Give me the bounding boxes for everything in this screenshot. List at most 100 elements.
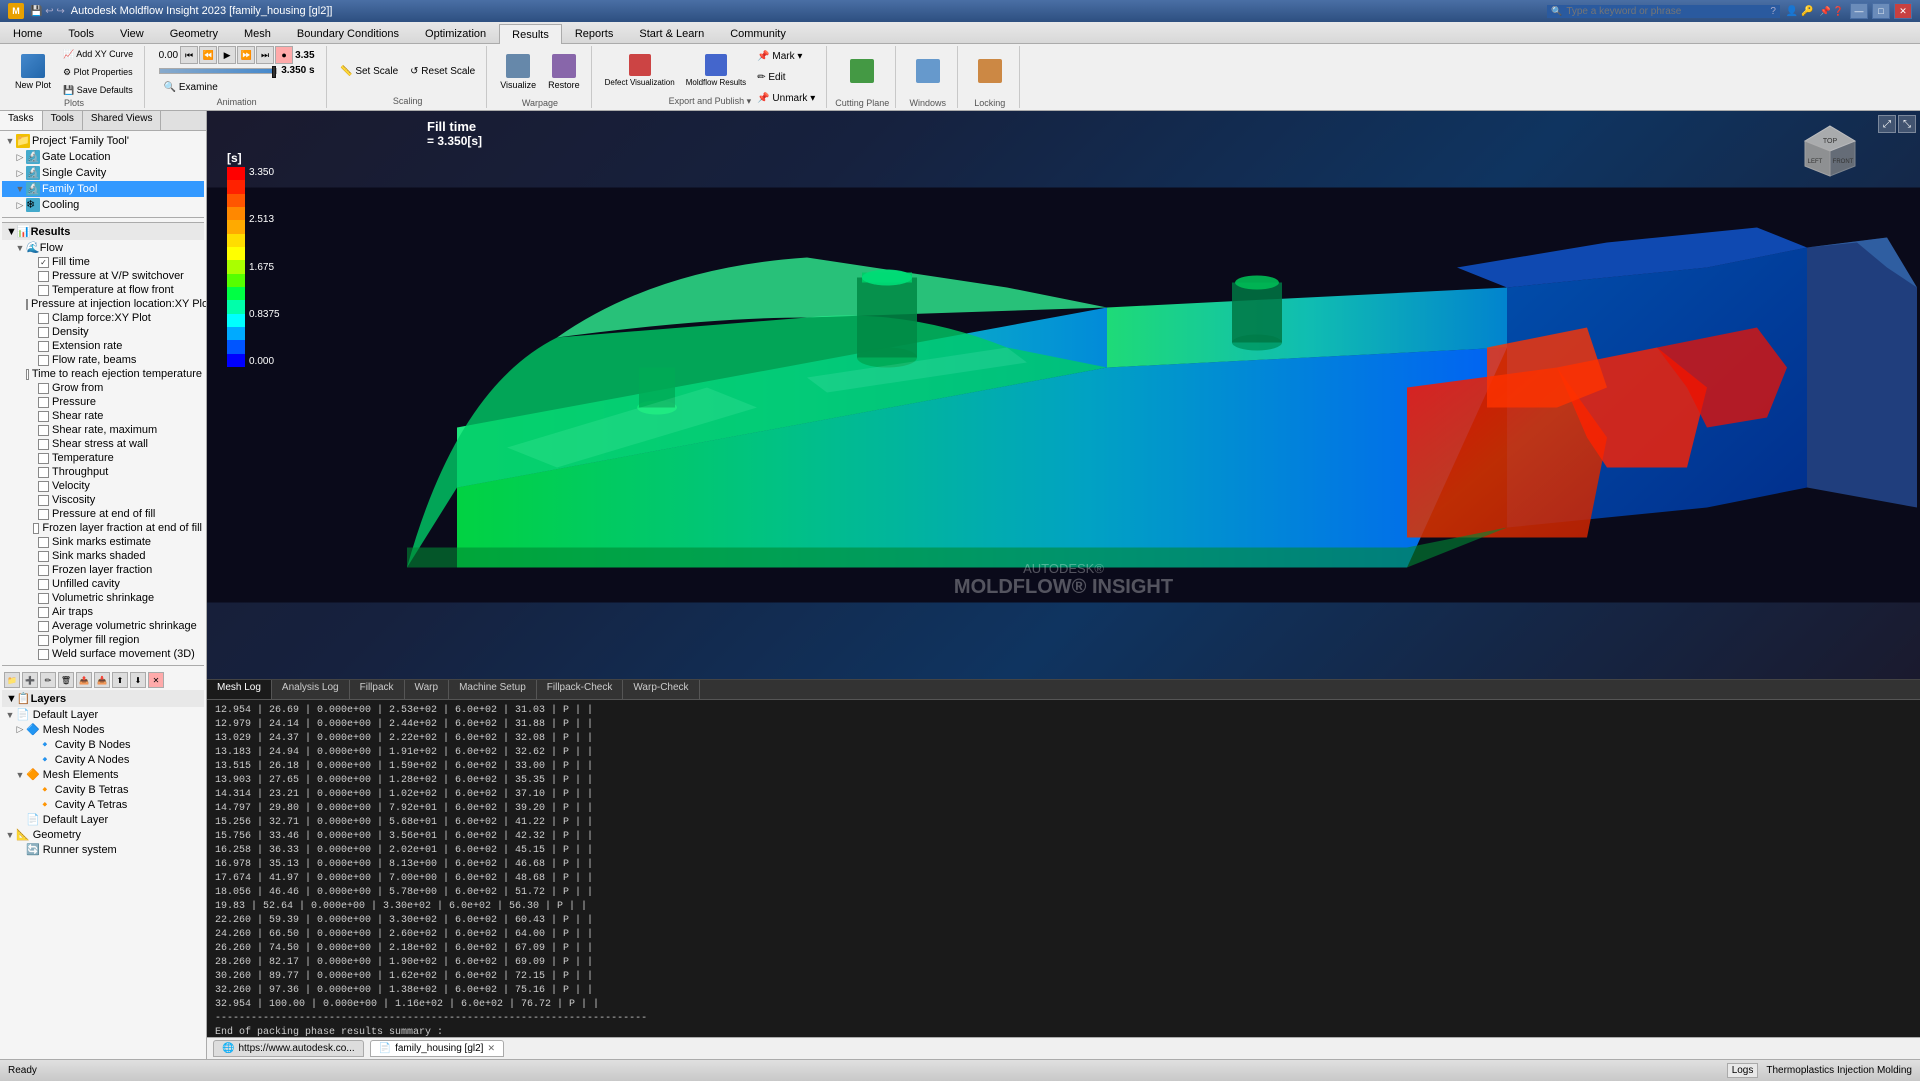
layer-btn-4[interactable]: 🗑 [58, 672, 74, 688]
tree-cavity-a-tetras[interactable]: 🔸 Cavity A Tetras [2, 797, 204, 812]
tree-fill-time[interactable]: Fill time [2, 255, 204, 269]
help-icon[interactable]: ? [1770, 6, 1776, 17]
close-button[interactable]: ✕ [1894, 3, 1912, 19]
tree-gate-location[interactable]: ▷ 🔬 Gate Location [2, 149, 204, 165]
layer-btn-9[interactable]: ✕ [148, 672, 164, 688]
shear-rate-max-checkbox[interactable] [38, 425, 49, 436]
tree-clamp-force[interactable]: Clamp force:XY Plot [2, 311, 204, 325]
layer-btn-1[interactable]: 📁 [4, 672, 20, 688]
tree-flow-rate-beams[interactable]: Flow rate, beams [2, 353, 204, 367]
tab-shared-views[interactable]: Shared Views [83, 111, 162, 130]
tree-shear-rate[interactable]: Shear rate [2, 409, 204, 423]
layer-btn-7[interactable]: ⬆ [112, 672, 128, 688]
anim-play-button[interactable]: ▶ [218, 46, 236, 64]
grow-from-checkbox[interactable] [38, 383, 49, 394]
temperature-checkbox[interactable] [38, 453, 49, 464]
log-tab-machine-setup[interactable]: Machine Setup [449, 680, 537, 699]
viewport-canvas[interactable]: Fill time = 3.350[s] [s] [207, 111, 1920, 679]
cube-nav[interactable]: TOP LEFT FRONT [1800, 121, 1860, 181]
tree-runner-system[interactable]: 🔄 Runner system [2, 842, 204, 857]
extension-rate-checkbox[interactable] [38, 341, 49, 352]
moldflow-results-button[interactable]: Moldflow Results [681, 46, 751, 94]
frozen-layer-fraction-checkbox[interactable] [38, 565, 49, 576]
time-ejection-checkbox[interactable] [26, 369, 28, 380]
velocity-checkbox[interactable] [38, 481, 49, 492]
pressure-end-fill-checkbox[interactable] [38, 509, 49, 520]
tab-tools[interactable]: Tools [43, 111, 83, 130]
tree-geometry[interactable]: ▼ 📐 Geometry [2, 827, 204, 842]
reset-scale-button[interactable]: ↺ Reset Scale [405, 59, 480, 83]
tree-default-layer-2[interactable]: 📄 Default Layer [2, 812, 204, 827]
tree-polymer-fill[interactable]: Polymer fill region [2, 633, 204, 647]
tree-sink-marks-shaded[interactable]: Sink marks shaded [2, 549, 204, 563]
weld-surface-checkbox[interactable] [38, 649, 49, 660]
tree-project[interactable]: ▼ 📁 Project 'Family Tool' [2, 133, 204, 149]
ribbon-tab-mesh[interactable]: Mesh [231, 23, 284, 43]
maximize-button[interactable]: □ [1872, 3, 1890, 19]
tree-family-tool[interactable]: ▼ 🔬 Family Tool [2, 181, 204, 197]
tree-pressure-end-fill[interactable]: Pressure at end of fill [2, 507, 204, 521]
log-tab-fillpack[interactable]: Fillpack [350, 680, 405, 699]
new-plot-button[interactable]: New Plot [10, 46, 56, 98]
layer-btn-2[interactable]: ➕ [22, 672, 38, 688]
browser-tab-family-housing[interactable]: 📄 family_housing [gl2] ✕ [370, 1040, 504, 1057]
ribbon-tab-home[interactable]: Home [0, 23, 55, 43]
defect-viz-button[interactable]: Defect Visualization [600, 46, 680, 94]
tree-cooling[interactable]: ▷ ❄ Cooling [2, 197, 204, 213]
log-tab-warp-check[interactable]: Warp-Check [623, 680, 699, 699]
tab-tasks[interactable]: Tasks [0, 111, 43, 130]
tree-temp-flow-front[interactable]: Temperature at flow front [2, 283, 204, 297]
ribbon-tab-boundary-conditions[interactable]: Boundary Conditions [284, 23, 412, 43]
viscosity-checkbox[interactable] [38, 495, 49, 506]
shear-stress-checkbox[interactable] [38, 439, 49, 450]
polymer-fill-checkbox[interactable] [38, 635, 49, 646]
anim-prev-button[interactable]: ⏪ [199, 46, 217, 64]
tree-pressure-vp[interactable]: Pressure at V/P switchover [2, 269, 204, 283]
results-header[interactable]: ▼ 📊 Results [2, 223, 204, 240]
ribbon-tab-geometry[interactable]: Geometry [157, 23, 231, 43]
sink-marks-estimate-checkbox[interactable] [38, 537, 49, 548]
pressure-checkbox[interactable] [38, 397, 49, 408]
ribbon-tab-optimization[interactable]: Optimization [412, 23, 499, 43]
shear-rate-checkbox[interactable] [38, 411, 49, 422]
logs-button[interactable]: Logs [1727, 1063, 1759, 1078]
sink-marks-shaded-checkbox[interactable] [38, 551, 49, 562]
plot-properties-button[interactable]: ⚙ Plot Properties [58, 64, 138, 80]
ribbon-tab-community[interactable]: Community [717, 23, 799, 43]
anim-end-button[interactable]: ⏭ [256, 46, 274, 64]
tree-mesh-elements[interactable]: ▼ 🔶 Mesh Elements [2, 767, 204, 782]
tree-pressure[interactable]: Pressure [2, 395, 204, 409]
tree-grow-from[interactable]: Grow from [2, 381, 204, 395]
log-tab-analysis[interactable]: Analysis Log [272, 680, 350, 699]
density-checkbox[interactable] [38, 327, 49, 338]
tree-density[interactable]: Density [2, 325, 204, 339]
tree-unfilled-cavity[interactable]: Unfilled cavity [2, 577, 204, 591]
pin-icon[interactable]: 📌 [1820, 6, 1831, 17]
search-input[interactable] [1566, 6, 1766, 17]
tree-avg-vol-shrinkage[interactable]: Average volumetric shrinkage [2, 619, 204, 633]
tree-velocity[interactable]: Velocity [2, 479, 204, 493]
browser-close-icon[interactable]: ✕ [487, 1043, 495, 1054]
layers-header[interactable]: ▼ 📋 Layers [2, 690, 204, 707]
windows-button[interactable] [910, 46, 946, 98]
pressure-vp-checkbox[interactable] [38, 271, 49, 282]
tree-volumetric-shrinkage[interactable]: Volumetric shrinkage [2, 591, 204, 605]
tree-cavity-a-nodes[interactable]: 🔹 Cavity A Nodes [2, 752, 204, 767]
layer-btn-8[interactable]: ⬇ [130, 672, 146, 688]
tree-weld-surface[interactable]: Weld surface movement (3D) [2, 647, 204, 661]
browser-tab-autodesk[interactable]: 🌐 https://www.autodesk.co... [213, 1040, 364, 1057]
tree-sink-marks-estimate[interactable]: Sink marks estimate [2, 535, 204, 549]
layer-btn-3[interactable]: ✏ [40, 672, 56, 688]
clamp-force-checkbox[interactable] [38, 313, 49, 324]
tree-viscosity[interactable]: Viscosity [2, 493, 204, 507]
unmark-button[interactable]: 📌 Unmark ▾ [752, 88, 820, 108]
fill-time-checkbox[interactable] [38, 257, 49, 268]
log-content[interactable]: 12.954 | 26.69 | 0.000e+00 | 2.53e+02 | … [207, 700, 1920, 1037]
tree-cavity-b-tetras[interactable]: 🔸 Cavity B Tetras [2, 782, 204, 797]
tree-cavity-b-nodes[interactable]: 🔹 Cavity B Nodes [2, 737, 204, 752]
vp-maximize-button[interactable]: ⤢ [1878, 115, 1896, 133]
minimize-button[interactable]: — [1850, 3, 1868, 19]
ribbon-tab-view[interactable]: View [107, 23, 157, 43]
temp-flow-front-checkbox[interactable] [38, 285, 49, 296]
tree-default-layer[interactable]: ▼ 📄 Default Layer [2, 707, 204, 722]
